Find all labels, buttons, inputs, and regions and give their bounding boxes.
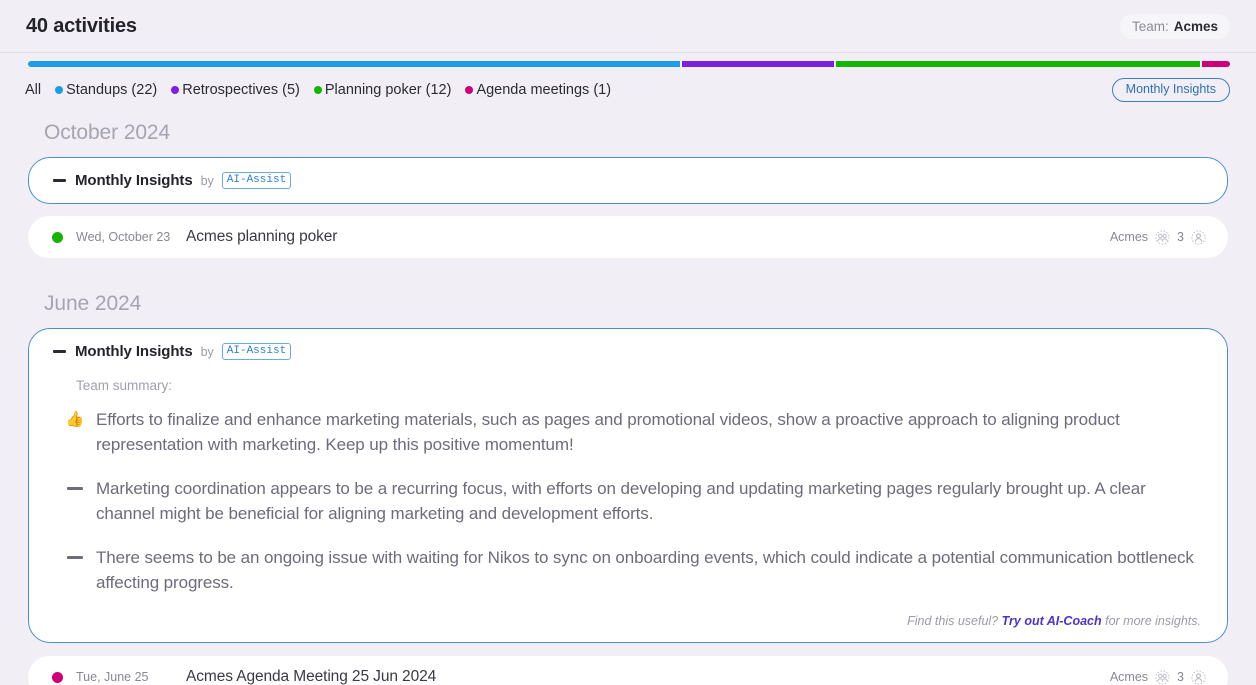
activity-type-dot-icon — [52, 671, 63, 683]
team-selector[interactable]: Team: Acmes — [1119, 13, 1230, 39]
insights-card-header[interactable]: Monthly Insights by AI-Assist — [53, 172, 1203, 190]
footer-suffix: for more insights. — [1105, 614, 1201, 629]
insight-bullet-text: Efforts to finalize and enhance marketin… — [96, 410, 1120, 455]
insight-bullet: Marketing coordination appears to be a r… — [53, 476, 1203, 526]
activity-row[interactable]: Tue, June 25 Acmes Agenda Meeting 25 Jun … — [28, 656, 1228, 685]
ai-assist-badge: AI-Assist — [221, 172, 292, 190]
insight-bullet-list: 👍 Efforts to finalize and enhance marketi… — [53, 407, 1203, 595]
filter-item-3[interactable]: Agenda meetings (1) — [465, 82, 611, 98]
insights-card-header[interactable]: Monthly Insights by AI-Assist — [53, 343, 1203, 361]
filter-legend: All Standups (22) Retrospectives (5) Plann… — [25, 82, 611, 98]
collapse-toggle-icon[interactable] — [53, 179, 66, 183]
insights-card-footer: Find this useful? Try out AI-Coach for m… — [53, 614, 1203, 632]
progress-segment-1 — [681, 61, 834, 67]
activity-row[interactable]: Wed, October 23 Acmes planning poker Acmes… — [28, 216, 1228, 259]
dash-bullet-icon — [65, 476, 85, 526]
thumbs-up-icon: 👍 — [65, 411, 85, 429]
legend-dot-icon — [465, 86, 474, 94]
progress-segment-2 — [835, 61, 1201, 67]
insights-card-title: Monthly Insights — [75, 343, 193, 361]
activity-feed: October 2024 Monthly Insights by AI-Assist W… — [0, 121, 1256, 685]
month-heading: June 2024 — [44, 292, 142, 316]
activity-date: Wed, October 23 — [76, 230, 171, 245]
monthly-insights-button[interactable]: Monthly Insights — [1111, 78, 1230, 102]
legend-dot-icon — [171, 86, 180, 94]
person-icon — [1191, 670, 1206, 685]
activity-team-name: Acmes — [1109, 670, 1149, 685]
legend-dot-icon — [313, 86, 322, 94]
filter-item-label: Standups (22) — [66, 82, 158, 98]
filter-item-label: Agenda meetings (1) — [476, 82, 612, 98]
activity-participant-count: 3 — [1177, 230, 1184, 245]
filter-item-label: Retrospectives (5) — [182, 82, 300, 98]
month-heading: October 2024 — [44, 121, 171, 144]
page-header: 40 activities Team: Acmes — [0, 0, 1256, 53]
insights-by-label: by — [200, 173, 214, 188]
person-icon — [1191, 230, 1206, 245]
legend-dot-icon — [55, 86, 64, 94]
insights-card-title: Monthly Insights — [75, 172, 193, 190]
progress-segment-0 — [28, 61, 680, 67]
monthly-insights-card[interactable]: Monthly Insights by AI-Assist — [28, 157, 1228, 205]
activity-participant-count: 3 — [1177, 670, 1184, 685]
filter-item-0[interactable]: Standups (22) — [55, 82, 157, 98]
activity-type-dot-icon — [52, 231, 63, 243]
activity-title: Acmes planning poker — [186, 228, 338, 246]
insights-by-label: by — [200, 344, 214, 359]
filter-item-2[interactable]: Planning poker (12) — [313, 82, 452, 98]
insight-bullet-text: There seems to be an ongoing issue with … — [96, 548, 1194, 593]
footer-prefix: Find this useful? — [907, 614, 999, 629]
team-icon — [1155, 230, 1170, 245]
monthly-insights-card[interactable]: Monthly Insights by AI-Assist Team summary:… — [28, 328, 1228, 644]
insight-bullet: There seems to be an ongoing issue with … — [53, 545, 1203, 595]
collapse-toggle-icon[interactable] — [53, 350, 66, 354]
activity-date: Tue, June 25 — [76, 670, 149, 685]
team-label: Team: — [1131, 18, 1169, 34]
progress-segment-3 — [1202, 61, 1230, 67]
insight-bullet-text: Marketing coordination appears to be a r… — [96, 479, 1146, 524]
activity-meta: Acmes 3 — [1110, 670, 1206, 685]
insight-bullet: 👍 Efforts to finalize and enhance marketi… — [53, 407, 1203, 457]
page-title: 40 activities — [26, 14, 137, 37]
team-icon — [1155, 670, 1170, 685]
filter-all[interactable]: All — [25, 82, 41, 98]
filter-legend-row: All Standups (22) Retrospectives (5) Plann… — [25, 78, 1230, 102]
dash-bullet-icon — [65, 545, 85, 595]
ai-coach-link[interactable]: Try out AI-Coach — [1002, 614, 1102, 628]
activity-title: Acmes Agenda Meeting 25 Jun 2024 — [186, 668, 437, 685]
team-summary-label: Team summary: — [76, 378, 173, 394]
activity-meta: Acmes 3 — [1110, 230, 1206, 245]
team-name: Acmes — [1173, 18, 1218, 34]
activity-distribution-bar — [28, 61, 1230, 67]
filter-item-1[interactable]: Retrospectives (5) — [171, 82, 300, 98]
activity-team-name: Acmes — [1109, 230, 1149, 245]
filter-item-label: Planning poker (12) — [324, 82, 452, 98]
ai-assist-badge: AI-Assist — [221, 343, 292, 361]
